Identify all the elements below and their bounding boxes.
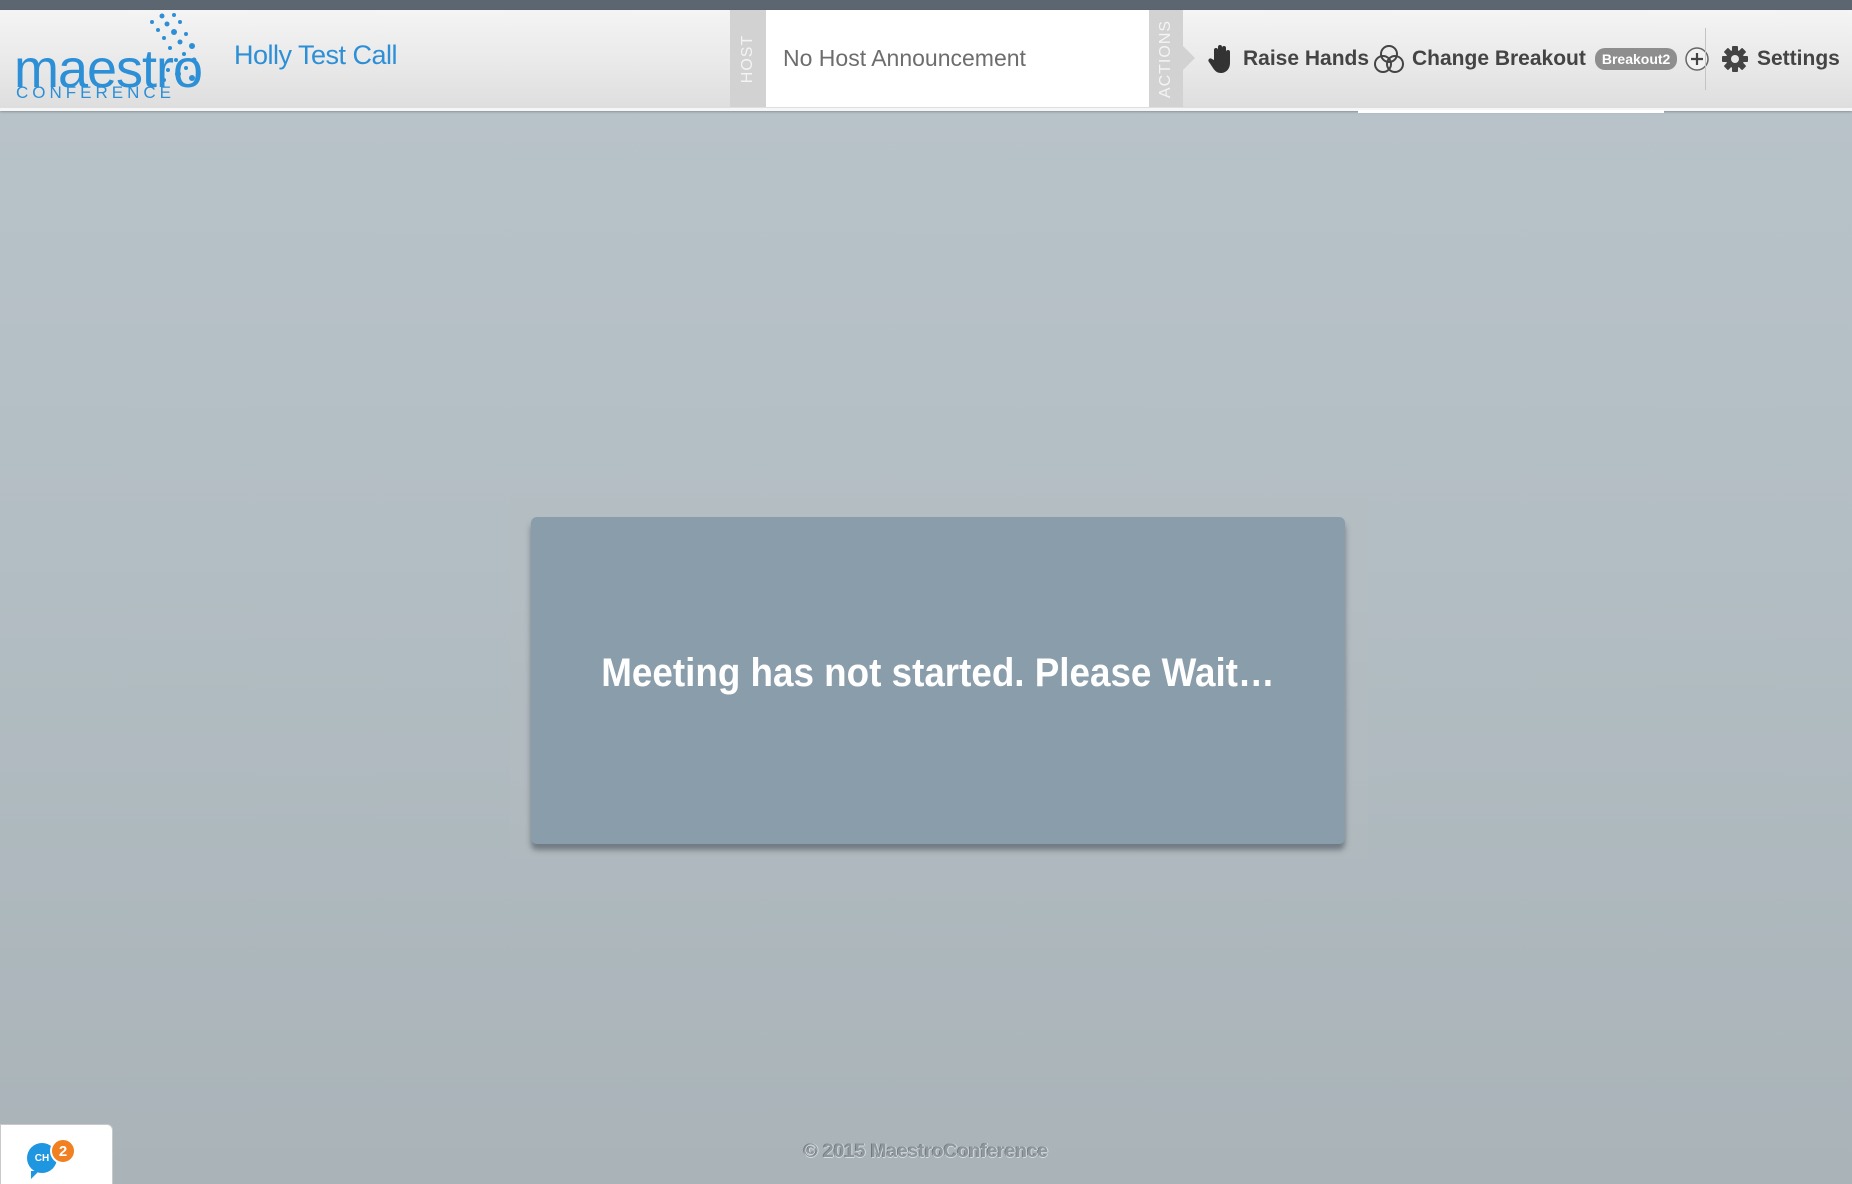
plus-circle-icon[interactable] [1684,46,1710,72]
call-title: Holly Test Call [234,40,398,70]
logo-subtitle: CONFERENCE [16,83,176,102]
chat-label: CH [34,1152,50,1164]
actions-tab: ACTIONS [1149,10,1195,107]
copyright-text: © 2015 MaestroConference [803,1141,1049,1162]
host-tab: HOST [730,10,766,107]
actions-label: ACTIONS [1157,19,1174,98]
settings-label: Settings [1757,46,1840,70]
breakout-badge: Breakout2 [1594,47,1678,70]
hand-icon [1208,44,1230,73]
host-announcement: No Host Announcement [766,10,1149,107]
settings-button[interactable]: Settings [1721,10,1840,107]
raise-hands-button[interactable]: Raise Hands [1207,10,1369,107]
change-breakout-button[interactable]: Change Breakout Breakout2 [1374,10,1718,107]
raise-hands-label: Raise Hands [1243,46,1370,70]
waiting-panel: Meeting has not started. Please Wait… [531,517,1345,844]
header-bar: maestro CONFERENCE Holly Test Call HOST … [0,10,1852,111]
change-breakout-label: Change Breakout [1412,46,1586,70]
gear-icon [1722,45,1748,72]
waiting-message: Meeting has not started. Please Wait… [601,651,1275,695]
chat-unread-badge: 2 [50,1138,76,1164]
breakout-underline [1358,110,1664,113]
breakout-circles-icon [1374,44,1404,73]
toolbar-divider [1705,28,1706,90]
maestro-logo[interactable]: maestro CONFERENCE [14,12,224,104]
host-label: HOST [739,34,757,83]
chat-tab[interactable]: CH 2 [0,1124,113,1184]
